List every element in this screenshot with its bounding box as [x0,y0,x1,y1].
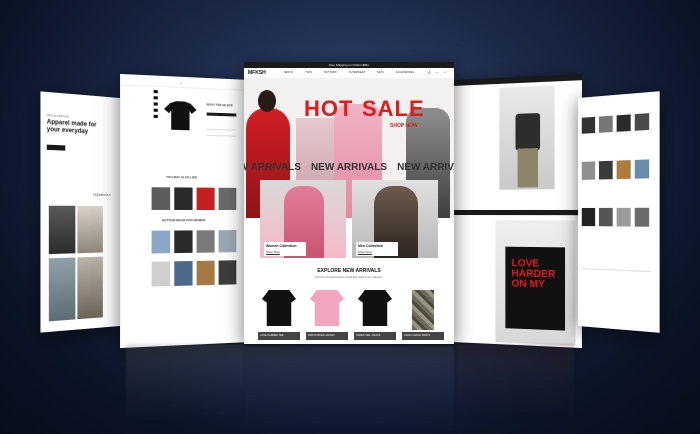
product-card-4[interactable]: CAMO CARGO PANTS [402,288,444,344]
catalog-footer-divider [581,268,652,273]
product-card-2[interactable]: PINK PUFFER JACKET [306,288,348,344]
women-card-cta[interactable]: Shop Now [266,250,280,254]
right-model-photo-1 [499,85,555,190]
men-card-title: Men Collection [358,244,383,248]
product-main-image [161,98,199,133]
bottom-7 [196,260,215,286]
marquee-item-2: NEW ARRIVALS [310,162,388,173]
new-arrivals-marquee: NEW ARRIVALS NEW ARRIVALS NEW ARRIVALS [244,162,454,176]
catalog-item-6 [598,160,613,180]
catalog-item-12 [634,207,650,227]
product-image-2 [310,290,344,326]
nav-accessories[interactable]: ACCESSORIES [396,71,414,74]
reflection-right [456,344,574,424]
hero-shop-now[interactable]: SHOP NOW [390,123,418,129]
product-name-2: PINK PUFFER JACKET [308,334,335,337]
bottom-5 [151,261,171,287]
left-photo-2 [77,205,103,254]
catalog-panel [578,91,660,333]
catalog-item-1 [581,116,596,134]
product-page-panel: ▪ BOXY TEE BLACK YOU MAY ALSO LIKE BOTTO… [120,73,250,349]
homepage-panel: Free Shipping on Orders $89+ MFKSH NEW I… [244,62,454,344]
bottom-4 [218,230,237,253]
announcement-bar: Free Shipping on Orders $89+ [244,62,454,68]
hero-text-hot: HOT [304,96,354,121]
add-to-cart-button[interactable] [206,112,237,117]
product-divider [206,128,237,131]
related-4 [218,187,237,210]
related-1 [151,187,171,210]
product-title: BOXY TEE BLACK [206,102,233,108]
model-jeans [517,148,539,188]
product-thumb-strip [153,89,158,120]
catalog-item-3 [616,114,631,132]
product-name-4: CAMO CARGO PANTS [404,334,431,337]
left-photo-3 [48,257,76,322]
search-icon[interactable]: ⌕ [428,70,431,76]
cart-icon[interactable]: ▫ [444,70,446,76]
related-2 [174,187,193,210]
product-image-1 [262,290,296,326]
user-icon[interactable]: ◦ [436,70,438,76]
product-divider-2 [206,134,237,137]
product-topbar [120,84,250,91]
nav-sets[interactable]: SETS [377,71,384,74]
men-collection-card[interactable]: Men Collection Shop Now [352,180,438,258]
main-nav: NEW IN TOPS BOTTOMS OUTERWEAR SETS ACCES… [284,71,414,74]
catalog-item-9 [581,207,596,227]
right-topbar [452,73,582,86]
nav-new-in[interactable]: NEW IN [284,71,293,74]
left-photo-1 [48,205,76,255]
bottom-wear-title: BOTTOM WEAR FOR WOMEN [161,218,206,223]
catalog-item-7 [616,160,631,180]
nav-bottoms[interactable]: BOTTOMS [324,71,336,74]
product-card-1[interactable]: LOVE HARDER TEE [258,288,300,344]
bottom-1 [151,230,171,254]
nav-outerwear[interactable]: OUTERWEAR [349,71,365,74]
catalog-item-4 [634,113,650,131]
catalog-item-11 [616,207,631,227]
right-model-photo-2: LOVE HARDER ON MY [495,220,576,346]
explore-subtitle: Discover the latest fashion trends and s… [315,276,383,279]
product-name-1: LOVE HARDER TEE [260,334,284,337]
left-panel: MFKSH BRAND Apparel made for your everyd… [40,91,120,333]
hero-text-sale: SALE [362,96,425,121]
header-logo[interactable]: MFKSH [248,70,266,76]
model-red-tee: LOVE HARDER ON MY [505,246,566,331]
hero-model-head [258,90,276,112]
left-tag: MFKSH BRAND [46,112,70,119]
left-photo-4 [77,256,103,320]
catalog-item-5 [581,161,596,180]
women-collection-card[interactable]: Women Collection Shop Now [260,180,346,258]
bottom-6 [174,261,193,286]
men-card-cta[interactable]: Shop Now [358,250,372,254]
right-mid-bar [452,209,582,216]
women-card-title: Women Collection [266,244,297,248]
bottom-3 [196,230,215,253]
bottom-8 [218,260,237,285]
reflection-center [244,346,454,434]
announcement-text: Free Shipping on Orders $89+ [328,63,370,67]
related-3 [196,187,215,210]
nav-tops[interactable]: TOPS [305,71,312,74]
marquee-item-1: NEW ARRIVALS [244,162,301,173]
explore-title: EXPLORE NEW ARRIVALS [317,268,381,274]
catalog-item-8 [634,159,650,179]
product-image-4 [412,290,434,330]
left-headline: Apparel made for your everyday [46,119,97,136]
marquee-item-3: NEW ARRIVALS [397,162,454,173]
left-cta-button[interactable] [46,144,66,151]
reflection-left [126,344,244,424]
right-model-panel: LOVE HARDER ON MY [452,73,582,349]
product-card-3[interactable]: HADES TEE - BLACK [354,288,396,344]
you-may-like-title: YOU MAY ALSO LIKE [166,174,198,180]
catalog-item-10 [598,207,613,227]
product-header-logo: ▪ [180,80,182,85]
catalog-item-2 [598,115,613,133]
left-section-title: FEEDBACKS [93,192,111,197]
bottom-2 [174,230,193,254]
model-jacket [515,113,541,151]
product-name-3: HADES TEE - BLACK [356,334,381,337]
product-image-3 [358,290,392,326]
